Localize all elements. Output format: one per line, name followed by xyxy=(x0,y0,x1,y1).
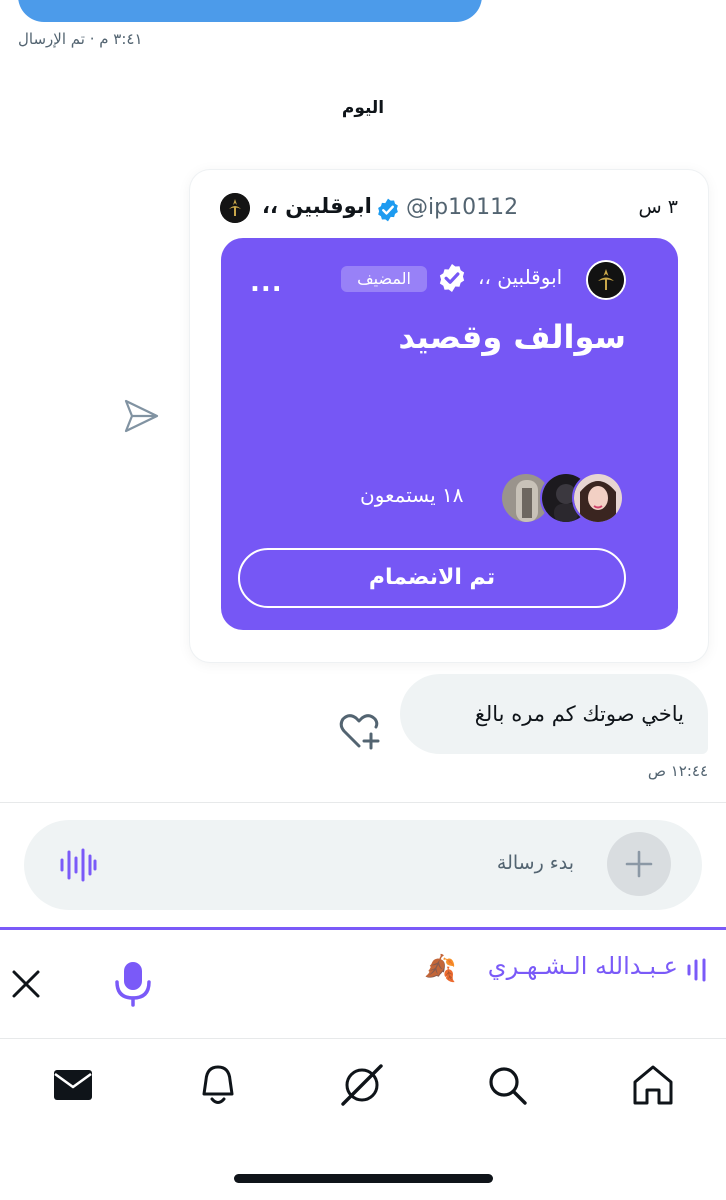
listeners-count: ١٨ يستمعون xyxy=(360,483,464,507)
plus-icon xyxy=(625,850,653,878)
divider xyxy=(0,802,726,803)
close-icon[interactable] xyxy=(8,966,44,1002)
post-time: ٣ س xyxy=(638,196,678,218)
dock-title-emoji: 🍂 xyxy=(424,954,457,984)
verified-badge-icon xyxy=(378,198,398,222)
day-separator: اليوم xyxy=(341,98,385,118)
joined-button[interactable]: تم الانضمام xyxy=(238,548,626,608)
home-icon[interactable] xyxy=(630,1062,676,1108)
dock-space-title[interactable]: عـبـدالله الـشـهـري xyxy=(488,952,678,980)
previous-message-status: ٣:٤١ م · تم الإرسال xyxy=(18,30,143,48)
space-host-avatar xyxy=(586,260,626,300)
post-author-name: ابوقلبين ،، xyxy=(262,194,372,218)
microphone-icon[interactable] xyxy=(112,960,154,1008)
post-author-avatar xyxy=(220,193,250,223)
message-text: ياخي صوتك كم مره بالغ xyxy=(474,702,684,726)
voice-message-icon[interactable] xyxy=(58,846,98,884)
space-title: سوالف وقصيد xyxy=(398,318,626,356)
send-icon[interactable] xyxy=(122,398,160,434)
notifications-icon[interactable] xyxy=(195,1062,241,1108)
space-host-name: ابوقلبين ،، xyxy=(478,265,563,289)
divider xyxy=(0,1038,726,1039)
home-indicator xyxy=(234,1174,493,1183)
space-dock-divider xyxy=(0,927,726,930)
message-input[interactable]: بدء رسالة xyxy=(470,852,574,874)
messages-icon[interactable] xyxy=(50,1062,96,1108)
message-time: ١٢:٤٤ ص xyxy=(647,762,708,780)
more-options-icon[interactable]: ... xyxy=(250,268,283,298)
message-composer[interactable] xyxy=(24,820,702,910)
search-icon[interactable] xyxy=(484,1062,530,1108)
verified-badge-icon xyxy=(439,264,465,292)
host-badge: المضيف xyxy=(341,266,427,292)
audio-bars-icon xyxy=(687,958,706,982)
spaces-icon[interactable] xyxy=(339,1062,385,1108)
post-author-handle: @ip10112 xyxy=(406,195,519,220)
listener-avatar xyxy=(572,472,624,524)
previous-message-bubble[interactable] xyxy=(18,0,482,22)
react-heart-icon[interactable] xyxy=(338,712,382,752)
add-media-button[interactable] xyxy=(607,832,671,896)
